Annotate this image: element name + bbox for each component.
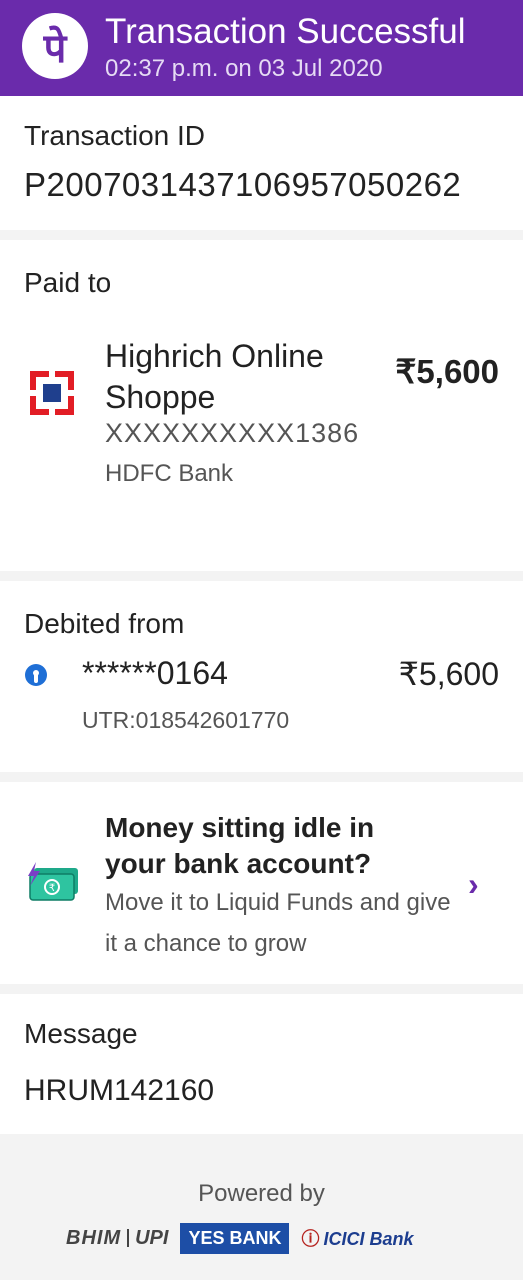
- yes-bank-logo: YES BANK: [180, 1222, 290, 1254]
- logo-separator: [127, 1229, 130, 1247]
- debit-account-number: ******0164: [82, 655, 228, 691]
- sbi-logo-icon: [25, 664, 47, 686]
- payee-bank-name: HDFC Bank: [105, 460, 234, 487]
- paid-to-label: Paid to: [24, 267, 112, 298]
- debited-from-label: Debited from: [24, 608, 185, 639]
- liquid-funds-promo[interactable]: ₹ Money sitting idle in your bank accoun…: [0, 782, 523, 984]
- svg-text:₹: ₹: [49, 883, 55, 894]
- header-title: Transaction Successful: [105, 12, 466, 51]
- debited-from-card: Debited from ******0164 ₹5,600 UTR:01854…: [0, 581, 523, 772]
- upi-logo: UPI: [135, 1226, 169, 1249]
- paid-amount: ₹5,600: [395, 353, 499, 390]
- money-notes-icon: ₹: [28, 862, 78, 901]
- debit-amount: ₹5,600: [398, 656, 499, 692]
- icici-bank-logo: ⓘ ICICI Bank: [301, 1225, 413, 1251]
- transaction-id-label: Transaction ID: [24, 120, 206, 151]
- bhim-logo: BHIM: [66, 1226, 122, 1249]
- message-card: Message HRUM142160: [0, 994, 523, 1134]
- utr-number[interactable]: UTR:018542601770: [82, 707, 289, 734]
- hdfc-bank-logo: [30, 371, 74, 415]
- message-value: HRUM142160: [24, 1074, 215, 1107]
- paid-to-card: Paid to Highrich Online Shoppe XXXXXXXXX…: [0, 240, 523, 571]
- payee-account-number: XXXXXXXXXX1386: [105, 418, 360, 448]
- icici-bank-label: ICICI Bank: [323, 1229, 414, 1249]
- promo-title: Money sitting idle in your bank account?: [105, 812, 375, 879]
- transaction-id-card: Transaction ID P2007031437106957050262: [0, 96, 523, 230]
- footer: Powered by BHIM UPI YES BANK ⓘ ICICI Bank: [0, 1134, 523, 1280]
- phonepe-logo: पे: [22, 13, 88, 79]
- transaction-timestamp: 02:37 p.m. on 03 Jul 2020: [105, 55, 383, 82]
- transaction-id-value[interactable]: P2007031437106957050262: [24, 166, 461, 204]
- header: पे Transaction Successful 02:37 p.m. on …: [0, 0, 523, 96]
- powered-by-label: Powered by: [198, 1180, 325, 1207]
- icici-mark-icon: ⓘ: [301, 1229, 320, 1249]
- message-label: Message: [24, 1018, 138, 1049]
- promo-subtitle: Move it to Liquid Funds and give it a ch…: [105, 889, 451, 957]
- chevron-right-icon[interactable]: ›: [468, 866, 479, 903]
- payee-name: Highrich Online Shoppe: [105, 338, 324, 415]
- partner-logos: BHIM UPI YES BANK ⓘ ICICI Bank: [66, 1222, 476, 1254]
